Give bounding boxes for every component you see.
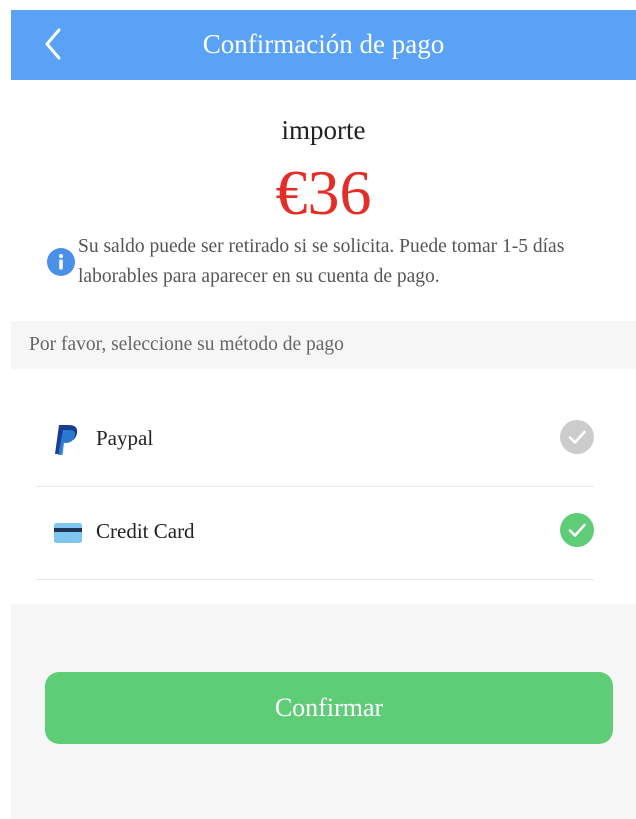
footer-area: Confirmar	[11, 604, 636, 819]
info-icon	[47, 248, 75, 276]
method-label-credit-card: Credit Card	[96, 519, 195, 543]
payment-method-credit-card[interactable]: Credit Card	[36, 487, 594, 580]
checked-icon[interactable]	[560, 513, 594, 547]
header-bar: Confirmación de pago	[11, 10, 636, 80]
page-title: Confirmación de pago	[202, 29, 445, 59]
paypal-icon	[55, 425, 78, 455]
withdrawal-info-text: Su saldo puede ser retirado si se solici…	[78, 236, 565, 287]
amount-label: importe	[281, 115, 366, 145]
unchecked-icon[interactable]	[560, 420, 594, 454]
credit-card-icon	[54, 523, 82, 543]
confirm-button[interactable]: Confirmar	[45, 672, 613, 744]
method-label-paypal: Paypal	[96, 426, 154, 450]
payment-method-paypal[interactable]: Paypal	[36, 394, 594, 487]
payment-confirmation-screen: Confirmación de pago importe €36 Su sald…	[11, 10, 636, 819]
section-label: Por favor, seleccione su método de pago	[29, 334, 344, 355]
payment-method-section-header: Por favor, seleccione su método de pago	[11, 321, 636, 369]
amount-value: €36	[275, 157, 372, 228]
